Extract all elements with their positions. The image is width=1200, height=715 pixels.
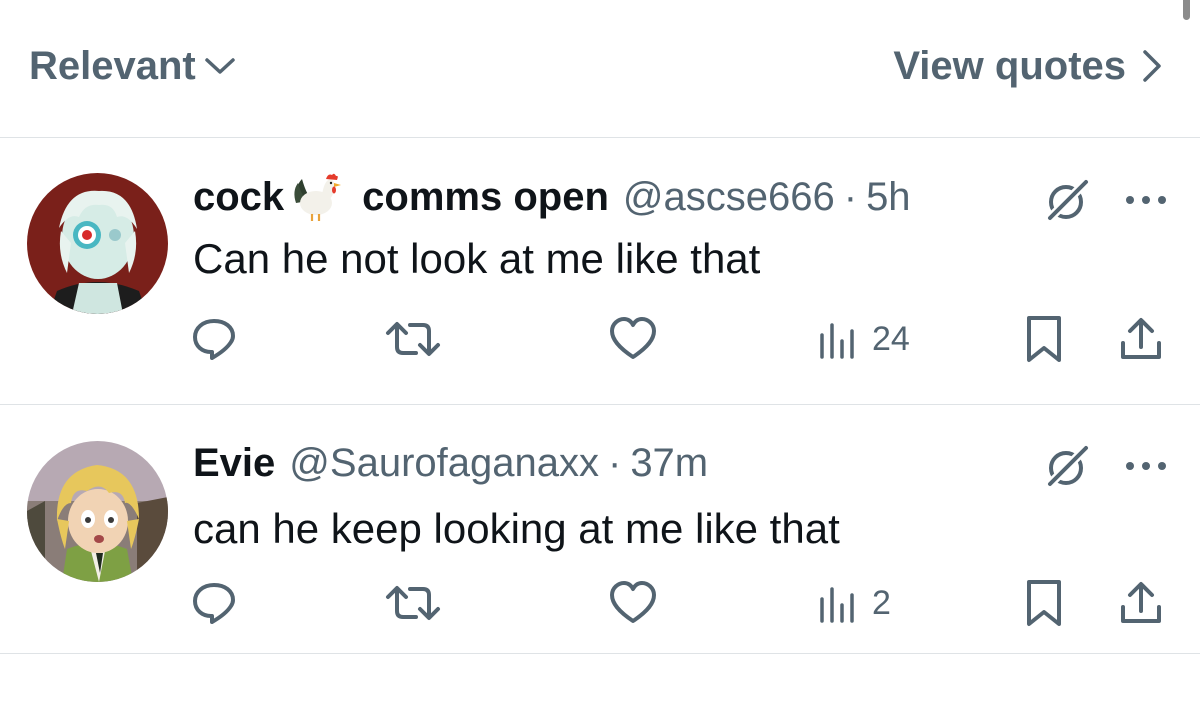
timestamp[interactable]: 37m	[630, 441, 708, 486]
views-count: 2	[872, 583, 891, 622]
views-button[interactable]: 2	[818, 573, 891, 633]
reply-item[interactable]: cock comms open @ascse666 · 5h Can he no…	[0, 138, 1200, 405]
separator-dot: ·	[607, 440, 622, 485]
separator-dot: ·	[843, 174, 858, 219]
bookmark-icon	[1027, 580, 1061, 626]
avatar[interactable]	[27, 441, 168, 582]
sort-dropdown-button[interactable]: Relevant	[29, 38, 236, 94]
display-name[interactable]: Evie	[193, 441, 275, 486]
reply-button[interactable]	[190, 309, 238, 369]
avatar-image	[27, 441, 168, 582]
grok-icon[interactable]	[1044, 176, 1092, 224]
display-name-suffix[interactable]: comms open	[362, 175, 609, 220]
share-button[interactable]	[1118, 309, 1164, 369]
retweet-icon	[386, 322, 440, 356]
user-handle[interactable]: @ascse666	[623, 175, 835, 220]
avatar-image	[27, 173, 168, 314]
like-button[interactable]	[608, 309, 658, 369]
view-quotes-label: View quotes	[893, 43, 1126, 88]
views-icon	[820, 323, 854, 359]
chevron-right-icon	[1143, 50, 1161, 82]
replies-toolbar: Relevant View quotes	[0, 0, 1200, 138]
reply-header: cock comms open @ascse666 · 5h	[193, 171, 911, 223]
bookmark-button[interactable]	[1024, 573, 1064, 633]
reply-button[interactable]	[190, 573, 238, 633]
action-bar: 24	[0, 309, 1200, 369]
reply-item[interactable]: Evie @Saurofaganaxx · 37m can he keep lo…	[0, 405, 1200, 654]
retweet-button[interactable]	[384, 573, 442, 633]
views-count: 24	[872, 319, 910, 358]
views-button[interactable]: 24	[818, 309, 910, 369]
reply-icon	[193, 583, 235, 624]
more-icon[interactable]	[1124, 460, 1168, 472]
tweet-text: can he keep looking at me like that	[193, 505, 840, 552]
avatar[interactable]	[27, 173, 168, 314]
chevron-down-icon	[205, 58, 235, 74]
tweet-text: Can he not look at me like that	[193, 235, 761, 282]
like-button[interactable]	[608, 573, 658, 633]
reply-icon	[193, 319, 235, 360]
heart-icon	[610, 581, 656, 623]
share-button[interactable]	[1118, 573, 1164, 633]
bookmark-button[interactable]	[1024, 309, 1064, 369]
display-name[interactable]: cock	[193, 175, 284, 220]
share-icon	[1121, 318, 1161, 359]
heart-icon	[610, 317, 656, 359]
action-bar: 2	[0, 573, 1200, 633]
grok-icon[interactable]	[1044, 442, 1092, 490]
bookmark-icon	[1027, 316, 1061, 362]
view-quotes-button[interactable]: View quotes	[893, 38, 1162, 94]
retweet-icon	[386, 586, 440, 620]
rooster-icon	[294, 173, 342, 221]
reply-header: Evie @Saurofaganaxx · 37m	[193, 437, 708, 489]
views-icon	[820, 587, 854, 623]
sort-label: Relevant	[29, 43, 196, 88]
user-handle[interactable]: @Saurofaganaxx	[289, 441, 599, 486]
retweet-button[interactable]	[384, 309, 442, 369]
share-icon	[1121, 582, 1161, 623]
timestamp[interactable]: 5h	[866, 175, 911, 220]
more-icon[interactable]	[1124, 194, 1168, 206]
